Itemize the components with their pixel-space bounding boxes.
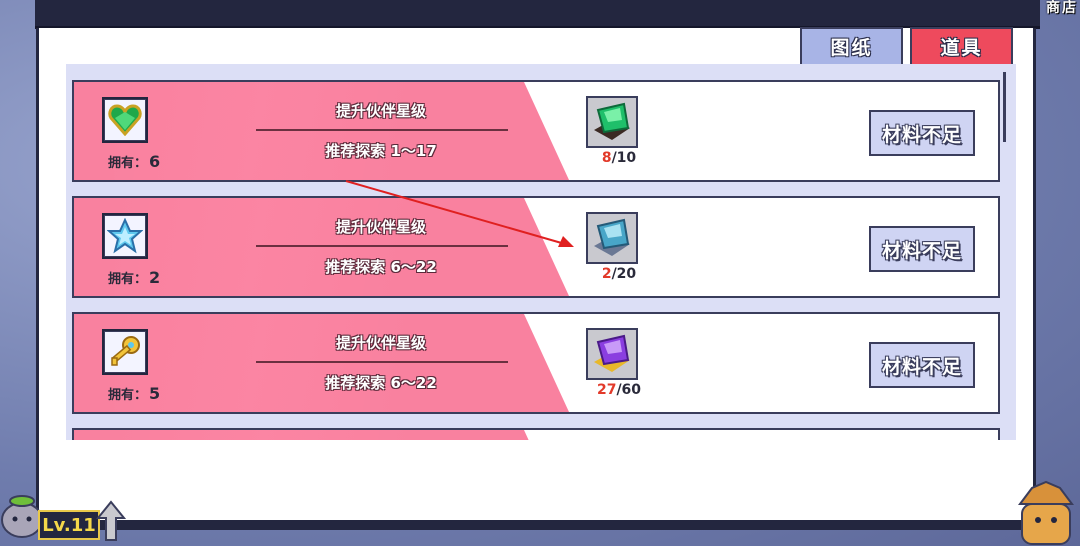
item-list[interactable]: 拥有： 6 提升伙伴星级 推荐探索 1～17 8/10 材料不足 拥有： 2 提升伙…	[66, 64, 1016, 440]
divider	[256, 361, 508, 363]
insufficient-materials-button[interactable]: 材料不足	[869, 226, 975, 272]
item-title: 提升伙伴星级	[335, 334, 426, 352]
owned-count: 拥有： 6	[108, 152, 161, 171]
insufficient-materials-button[interactable]: 材料不足	[869, 342, 975, 388]
material-count: 8/10	[601, 150, 637, 166]
shopkeeper-avatar-icon[interactable]	[1012, 480, 1080, 546]
item-title: 提升伙伴星级	[335, 218, 426, 236]
card-banner	[74, 430, 569, 440]
blue-star-crystal-icon[interactable]	[102, 213, 148, 259]
scrollbar[interactable]	[1003, 72, 1006, 142]
tab-blueprint[interactable]: 图纸	[800, 27, 903, 64]
material-count: 27/60	[596, 382, 642, 398]
divider	[256, 245, 508, 247]
owned-count: 拥有： 2	[108, 268, 161, 287]
green-crystal-shard-icon[interactable]	[586, 96, 638, 148]
item-title: 提升伙伴星级	[335, 102, 426, 120]
insufficient-materials-button[interactable]: 材料不足	[869, 110, 975, 156]
blue-crystal-shard-icon[interactable]	[586, 212, 638, 264]
window-top-bar	[35, 0, 1040, 29]
item-card	[72, 428, 1000, 440]
level-up-arrow-icon[interactable]	[96, 500, 126, 542]
shop-title: 商店	[1046, 0, 1078, 16]
recommend-explore: 推荐探索 1～17	[325, 142, 437, 160]
owned-count: 拥有： 5	[108, 384, 161, 403]
purple-crystal-shard-icon[interactable]	[586, 328, 638, 380]
item-card: 拥有： 2 提升伙伴星级 推荐探索 6～22 2/20 材料不足	[72, 196, 1000, 298]
golden-key-icon[interactable]	[102, 329, 148, 375]
window-bottom-bar	[35, 520, 1040, 530]
recommend-explore: 推荐探索 6～22	[325, 258, 437, 276]
item-card: 拥有： 6 提升伙伴星级 推荐探索 1～17 8/10 材料不足	[72, 80, 1000, 182]
player-level-badge: Lv.11	[38, 510, 100, 540]
recommend-explore: 推荐探索 6～22	[325, 374, 437, 392]
green-heart-gem-icon[interactable]	[102, 97, 148, 143]
item-card: 拥有： 5 提升伙伴星级 推荐探索 6～22 27/60 材料不足	[72, 312, 1000, 414]
divider	[256, 129, 508, 131]
tab-items[interactable]: 道具	[910, 27, 1013, 64]
material-count: 2/20	[601, 266, 637, 282]
